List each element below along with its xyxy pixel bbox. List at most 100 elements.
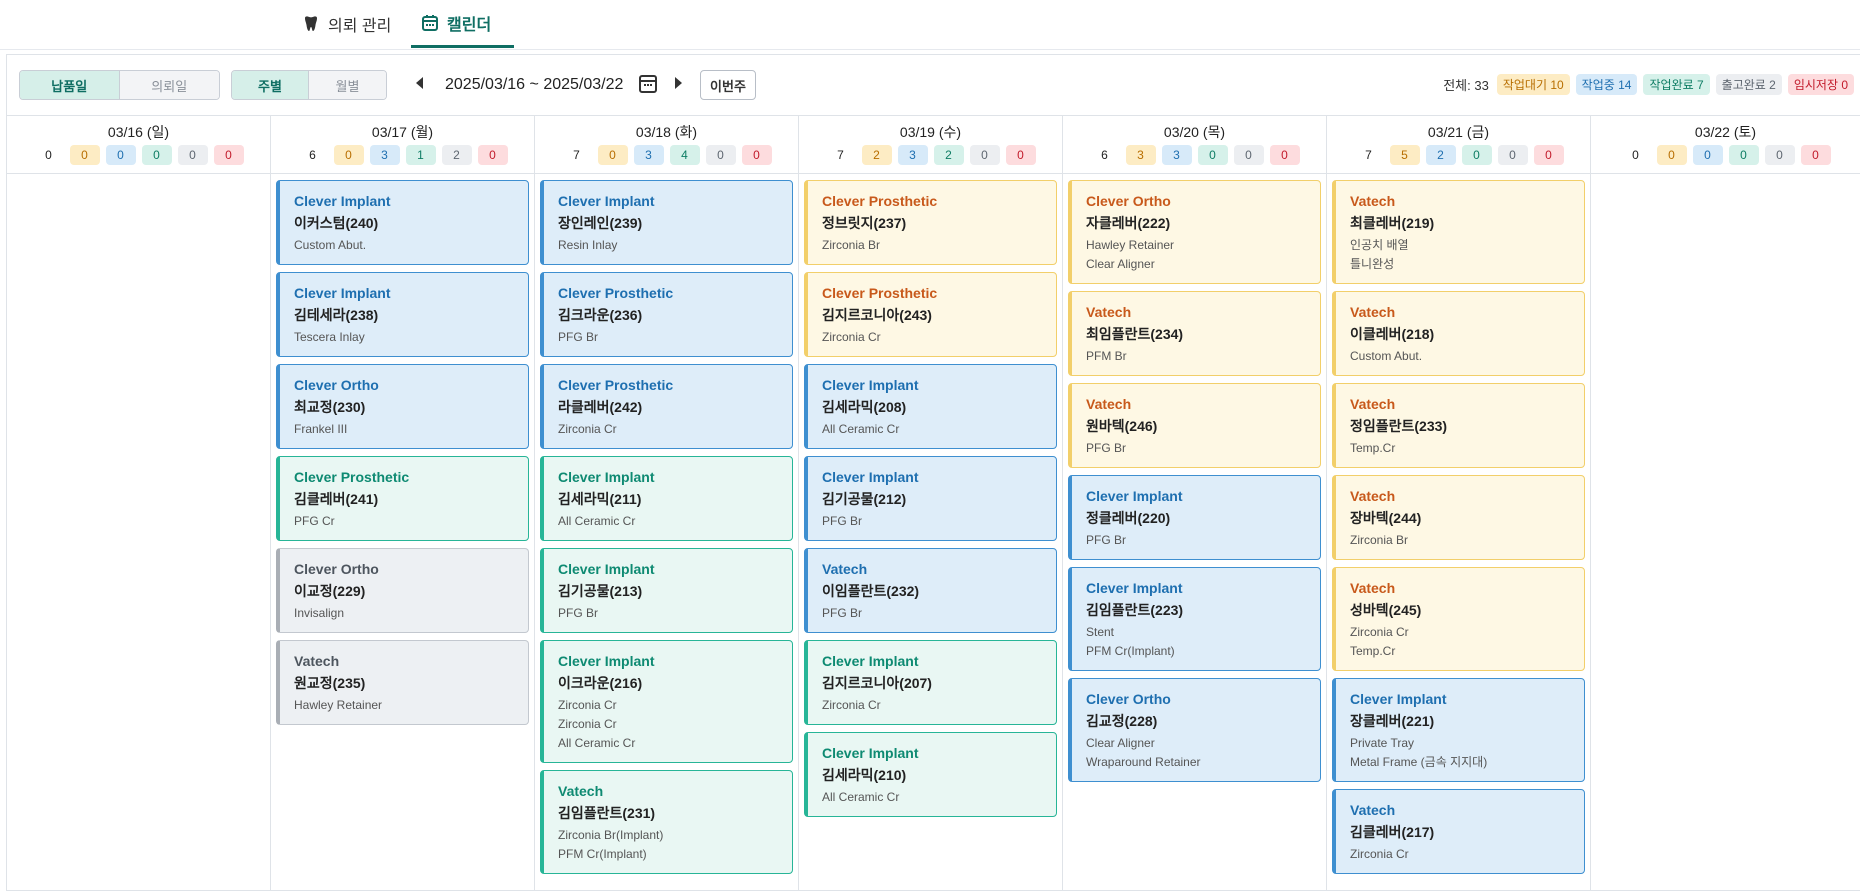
card-prosthesis-item: Zirconia Cr [1350,625,1409,639]
previous-week-icon[interactable] [416,77,423,89]
request-card[interactable]: Clever Implant 김기공물(213) PFG Br [540,548,793,633]
request-card[interactable]: Clever Implant 이크라운(216) Zirconia Cr Zircon… [540,640,793,763]
card-prosthesis-item: Hawley Retainer [294,698,383,712]
card-patient-name: 이크라운(216) [558,675,643,691]
day-header: 03/20 (목) 6 3 3 0 0 0 [1063,116,1326,174]
request-card[interactable]: Vatech 성바텍(245) Zirconia Cr Temp.Cr [1332,567,1585,671]
request-card[interactable]: Vatech 정임플란트(233) Temp.Cr [1332,383,1585,468]
request-card[interactable]: Clever Ortho 김교정(228) Clear Aligner Wraparo… [1068,678,1321,782]
monthly-view-button[interactable]: 월별 [309,71,386,99]
day-count-in-progress: 3 [1161,145,1192,165]
request-card[interactable]: Vatech 원교정(235) Hawley Retainer [276,640,529,725]
request-card[interactable]: Vatech 원바텍(246) PFG Br [1068,383,1321,468]
day-count-temp-saved: 0 [1800,145,1831,165]
request-card[interactable]: Clever Implant 정클레버(220) PFG Br [1068,475,1321,560]
request-card[interactable]: Clever Ortho 이교정(229) Invisalign [276,548,529,633]
delivery-date-button[interactable]: 납품일 [20,71,120,99]
card-patient-name: 이커스텀(240) [294,215,379,231]
card-prosthesis-item: Zirconia Cr [822,698,881,712]
card-patient-name: 김클레버(241) [294,491,379,507]
card-patient-name: 장인레인(239) [558,215,643,231]
request-card[interactable]: Vatech 최클레버(219) 인공치 배열 틀니완성 [1332,180,1585,284]
request-card[interactable]: Clever Implant 김테세라(238) Tescera Inlay [276,272,529,357]
request-card[interactable]: Clever Implant 김기공물(212) PFG Br [804,456,1057,541]
request-card[interactable]: Vatech 이임플란트(232) PFG Br [804,548,1057,633]
request-card[interactable]: Clever Implant 김세라믹(208) All Ceramic Cr [804,364,1057,449]
card-patient-name: 김교정(228) [1086,713,1158,729]
day-header: 03/17 (월) 6 0 3 1 2 0 [271,116,534,174]
request-card[interactable]: Clever Implant 장클레버(221) Private Tray Metal… [1332,678,1585,782]
request-card[interactable]: Clever Prosthetic 정브릿지(237) Zirconia Br [804,180,1057,265]
card-prosthesis-item: PFG Br [822,606,863,620]
tab-request-management[interactable]: 의뢰 관리 [292,0,401,48]
card-client-name: Vatech [294,653,340,669]
card-patient-name: 김기공물(213) [558,583,643,599]
card-client-name: Vatech [1350,488,1396,504]
day-column: 03/17 (월) 6 0 3 1 2 0 Clever Implant 이커스텀(240) Cu… [271,116,535,891]
day-status-counts: 000000 [1591,145,1860,165]
card-prosthesis-item: Zirconia Br [1350,533,1409,547]
day-count-temp-saved: 0 [477,145,508,165]
day-count-shipped: 0 [1764,145,1795,165]
date-type-toggle: 납품일 의뢰일 [19,70,220,100]
next-week-icon[interactable] [675,77,682,89]
card-client-name: Clever Implant [822,469,919,485]
request-card[interactable]: Clever Implant 김세라믹(210) All Ceramic Cr [804,732,1057,817]
card-client-name: Clever Implant [1086,488,1183,504]
weekly-view-button[interactable]: 주별 [232,71,309,99]
request-card[interactable]: Vatech 이클레버(218) Custom Abut. [1332,291,1585,376]
request-card[interactable]: Clever Ortho 자클레버(222) Hawley Retainer Clea… [1068,180,1321,284]
card-patient-name: 정브릿지(237) [822,215,907,231]
card-patient-name: 이교정(229) [294,583,366,599]
request-card[interactable]: Clever Prosthetic 김클레버(241) PFG Cr [276,456,529,541]
request-card[interactable]: Clever Prosthetic 김크라운(236) PFG Br [540,272,793,357]
day-count-temp-saved: 0 [1269,145,1300,165]
request-card[interactable]: Clever Implant 김임플란트(223) Stent PFM Cr(Impl… [1068,567,1321,671]
card-client-name: Clever Implant [558,653,655,669]
card-patient-name: 이임플란트(232) [822,583,920,599]
request-card[interactable]: Vatech 장바텍(244) Zirconia Br [1332,475,1585,560]
this-week-button[interactable]: 이번주 [700,70,756,100]
day-count-waiting: 0 [597,145,628,165]
view-mode-toggle: 주별 월별 [231,70,387,100]
day-count-temp-saved: 0 [1005,145,1036,165]
request-card[interactable]: Vatech 김클레버(217) Zirconia Cr [1332,789,1585,874]
card-prosthesis-item: PFG Cr [294,514,335,528]
request-card[interactable]: Clever Ortho 최교정(230) Frankel III [276,364,529,449]
day-count-in-progress: 3 [897,145,928,165]
tab-calendar[interactable]: 캘린더 [411,0,514,48]
day-title: 03/20 (목) [1163,124,1226,140]
status-badge-shipped: 출고완료 2 [1715,74,1782,95]
day-header: 03/18 (화) 7 0 3 4 0 0 [535,116,798,174]
card-patient-name: 김크라운(236) [558,307,643,323]
card-client-name: Vatech [822,561,868,577]
request-card[interactable]: Clever Prosthetic 김지르코니아(243) Zirconia Cr [804,272,1057,357]
day-title: 03/21 (금) [1427,124,1490,140]
card-prosthesis-item: PFG Br [822,514,863,528]
card-patient-name: 김테세라(238) [294,307,379,323]
day-count-shipped: 0 [969,145,1000,165]
request-card[interactable]: Clever Prosthetic 라클레버(242) Zirconia Cr [540,364,793,449]
request-card[interactable]: Clever Implant 이커스텀(240) Custom Abut. [276,180,529,265]
request-card[interactable]: Vatech 최임플란트(234) PFM Br [1068,291,1321,376]
day-header: 03/21 (금) 7 5 2 0 0 0 [1327,116,1590,174]
card-prosthesis-item: Tescera Inlay [294,330,365,344]
card-client-name: Vatech [558,783,604,799]
card-client-name: Vatech [1086,396,1132,412]
date-picker-icon[interactable] [639,75,657,93]
request-card[interactable]: Clever Implant 김지르코니아(207) Zirconia Cr [804,640,1057,725]
card-prosthesis-item: PFM Cr(Implant) [558,847,647,861]
day-status-counts: 703400 [535,145,798,165]
day-column: 03/21 (금) 7 5 2 0 0 0 Vatech 최클레버(219) 인공치 배열 틀니완성… [1327,116,1591,891]
card-prosthesis-item: Hawley Retainer [1086,238,1175,252]
card-prosthesis-item: Zirconia Cr [558,698,617,712]
card-prosthesis-item: Zirconia Cr [822,330,881,344]
request-card[interactable]: Clever Implant 장인레인(239) Resin Inlay [540,180,793,265]
day-count-total: 7 [825,145,856,165]
card-prosthesis-item: PFG Br [1086,533,1127,547]
request-card[interactable]: Vatech 김임플란트(231) Zirconia Br(Implant) PFM … [540,770,793,874]
request-card[interactable]: Clever Implant 김세라믹(211) All Ceramic Cr [540,456,793,541]
request-date-button[interactable]: 의뢰일 [119,71,219,99]
day-count-shipped: 0 [177,145,208,165]
day-status-counts: 000000 [7,145,270,165]
